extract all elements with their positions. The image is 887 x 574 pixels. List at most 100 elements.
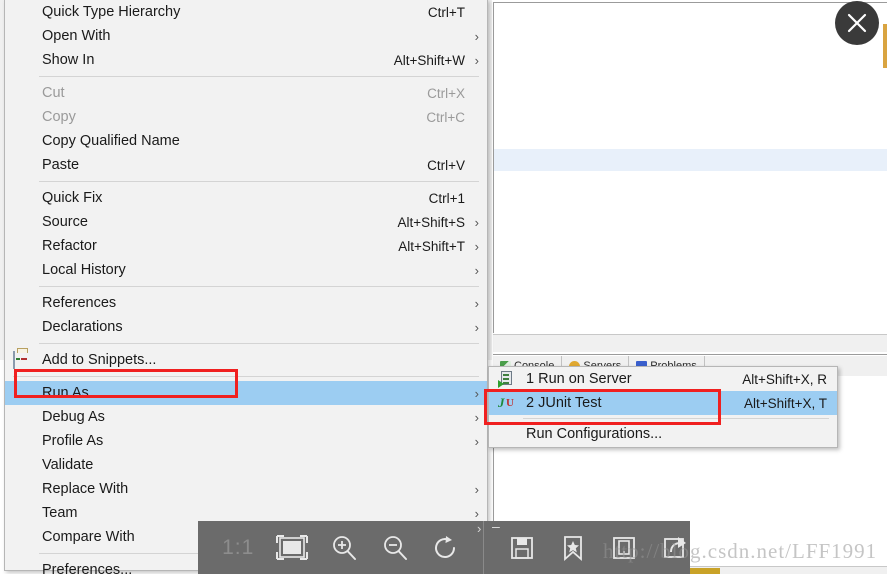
chevron-right-icon: › <box>474 319 479 335</box>
submenu-item-junit-test[interactable]: JU 2 JUnit Test Alt+Shift+X, T <box>489 391 837 415</box>
menu-item-label: Compare With <box>42 529 135 545</box>
submenu-separator <box>523 418 829 419</box>
server-icon <box>498 371 514 388</box>
zoom-ratio-label[interactable]: 1:1 <box>220 536 256 560</box>
menu-item-refactor[interactable]: Refactor Alt+Shift+T › <box>5 234 487 258</box>
scrollbar-marker <box>883 24 887 68</box>
share-icon[interactable] <box>659 531 690 565</box>
menu-item-label: Copy Qualified Name <box>42 133 180 149</box>
menu-item-paste[interactable]: Paste Ctrl+V › <box>5 153 487 177</box>
menu-item-label: References <box>42 295 117 311</box>
menu-separator <box>39 343 479 344</box>
close-button[interactable] <box>835 1 879 45</box>
zoom-out-icon[interactable] <box>379 531 410 565</box>
editor-bottom-strip <box>493 334 887 352</box>
menu-item-label: Copy <box>42 109 76 125</box>
menu-item-accel: Alt+Shift+T <box>398 238 465 254</box>
chevron-right-icon: › <box>474 52 479 68</box>
menu-separator <box>39 76 479 77</box>
chevron-right-icon: › <box>474 505 479 521</box>
menu-item-accel: Ctrl+X <box>427 85 465 101</box>
menu-item-accel: Ctrl+C <box>426 109 465 125</box>
menu-item-label: Declarations <box>42 319 123 335</box>
menu-item-source[interactable]: Source Alt+Shift+S › <box>5 210 487 234</box>
close-icon <box>847 13 867 33</box>
menu-item-label: Add to Snippets... <box>42 352 157 368</box>
menu-item-local-history[interactable]: Local History › <box>5 258 487 282</box>
run-as-submenu[interactable]: 1 Run on Server Alt+Shift+X, R JU 2 JUni… <box>488 366 838 448</box>
junit-icon: JU <box>498 395 514 410</box>
menu-item-debug-as[interactable]: Debug As › <box>5 405 487 429</box>
menu-item-show-in[interactable]: Show In Alt+Shift+W › <box>5 48 487 72</box>
menu-item-quick-type-hierarchy[interactable]: Quick Type Hierarchy Ctrl+T › <box>5 0 487 24</box>
menu-item-label: Cut <box>42 85 65 101</box>
chevron-right-icon: › <box>474 28 479 44</box>
zoom-in-icon[interactable] <box>328 531 359 565</box>
menu-item-label: Validate <box>42 457 94 473</box>
menu-item-label: Debug As <box>42 409 105 425</box>
menu-item-copy-qualified-name[interactable]: Copy Qualified Name › <box>5 129 487 153</box>
menu-item-references[interactable]: References › <box>5 291 487 315</box>
panel-divider[interactable] <box>493 352 887 355</box>
menu-item-validate[interactable]: Validate › <box>5 453 487 477</box>
submenu-item-run-on-server[interactable]: 1 Run on Server Alt+Shift+X, R <box>489 367 837 391</box>
toolbar-overflow-chevron-icon[interactable]: › <box>477 521 481 536</box>
menu-item-replace-with[interactable]: Replace With › <box>5 477 487 501</box>
menu-item-label: Paste <box>42 157 80 173</box>
menu-item-label: Local History <box>42 262 126 278</box>
menu-item-run-as[interactable]: Run As › <box>5 381 487 405</box>
favorite-icon[interactable] <box>557 531 588 565</box>
snippets-icon <box>13 348 29 369</box>
rotate-icon[interactable] <box>430 531 461 565</box>
chevron-right-icon: › <box>474 409 479 425</box>
image-viewer-toolbar[interactable]: 1:1 <box>198 521 690 574</box>
screenshot-root: Console Servers Problems Quick Type Hier… <box>0 0 887 574</box>
chevron-right-icon: › <box>474 214 479 230</box>
chevron-right-icon: › <box>474 238 479 254</box>
menu-item-label: Quick Fix <box>42 190 103 206</box>
menu-separator <box>13 376 479 377</box>
menu-item-profile-as[interactable]: Profile As › <box>5 429 487 453</box>
menu-item-label: Preferences... <box>42 562 133 574</box>
submenu-item-run-configurations[interactable]: Run Configurations... <box>489 422 837 446</box>
chevron-right-icon: › <box>474 295 479 311</box>
menu-item-label: Replace With <box>42 481 129 497</box>
menu-item-copy: Copy Ctrl+C › <box>5 105 487 129</box>
menu-item-label: Show In <box>42 52 95 68</box>
submenu-item-label: Run Configurations... <box>526 426 663 442</box>
menu-item-accel: Ctrl+1 <box>428 190 465 206</box>
menu-item-quick-fix[interactable]: Quick Fix Ctrl+1 › <box>5 186 487 210</box>
menu-item-cut: Cut Ctrl+X › <box>5 81 487 105</box>
menu-item-label: Source <box>42 214 88 230</box>
submenu-item-accel: Alt+Shift+X, T <box>743 395 827 411</box>
menu-item-label: Refactor <box>42 238 97 254</box>
toolbar-minimize-icon[interactable]: – <box>492 518 500 534</box>
device-icon[interactable] <box>608 531 639 565</box>
chevron-right-icon: › <box>474 385 479 401</box>
menu-item-label: Team <box>42 505 78 521</box>
menu-item-accel: Ctrl+T <box>427 4 465 20</box>
menu-item-declarations[interactable]: Declarations › <box>5 315 487 339</box>
menu-separator <box>39 181 479 182</box>
submenu-item-label: 1 Run on Server <box>526 371 632 387</box>
menu-item-accel: Ctrl+V <box>427 157 465 173</box>
chevron-right-icon: › <box>474 481 479 497</box>
menu-separator <box>39 286 479 287</box>
menu-item-label: Run As <box>42 385 89 401</box>
save-icon[interactable] <box>506 531 537 565</box>
editor-current-line-highlight <box>494 149 887 171</box>
fit-to-window-icon[interactable] <box>276 531 309 565</box>
menu-item-accel: Alt+Shift+S <box>397 214 465 230</box>
menu-item-label: Profile As <box>42 433 104 449</box>
submenu-item-accel: Alt+Shift+X, R <box>742 371 827 387</box>
menu-item-accel: Alt+Shift+W <box>393 52 465 68</box>
menu-item-label: Open With <box>42 28 111 44</box>
submenu-item-label: 2 JUnit Test <box>526 395 602 411</box>
menu-item-label: Quick Type Hierarchy <box>42 4 181 20</box>
menu-item-open-with[interactable]: Open With › <box>5 24 487 48</box>
chevron-right-icon: › <box>474 433 479 449</box>
context-menu[interactable]: Quick Type Hierarchy Ctrl+T › Open With … <box>4 0 488 574</box>
toolbar-divider <box>483 521 485 574</box>
chevron-right-icon: › <box>474 262 479 278</box>
menu-item-add-to-snippets[interactable]: Add to Snippets... › <box>5 348 487 372</box>
